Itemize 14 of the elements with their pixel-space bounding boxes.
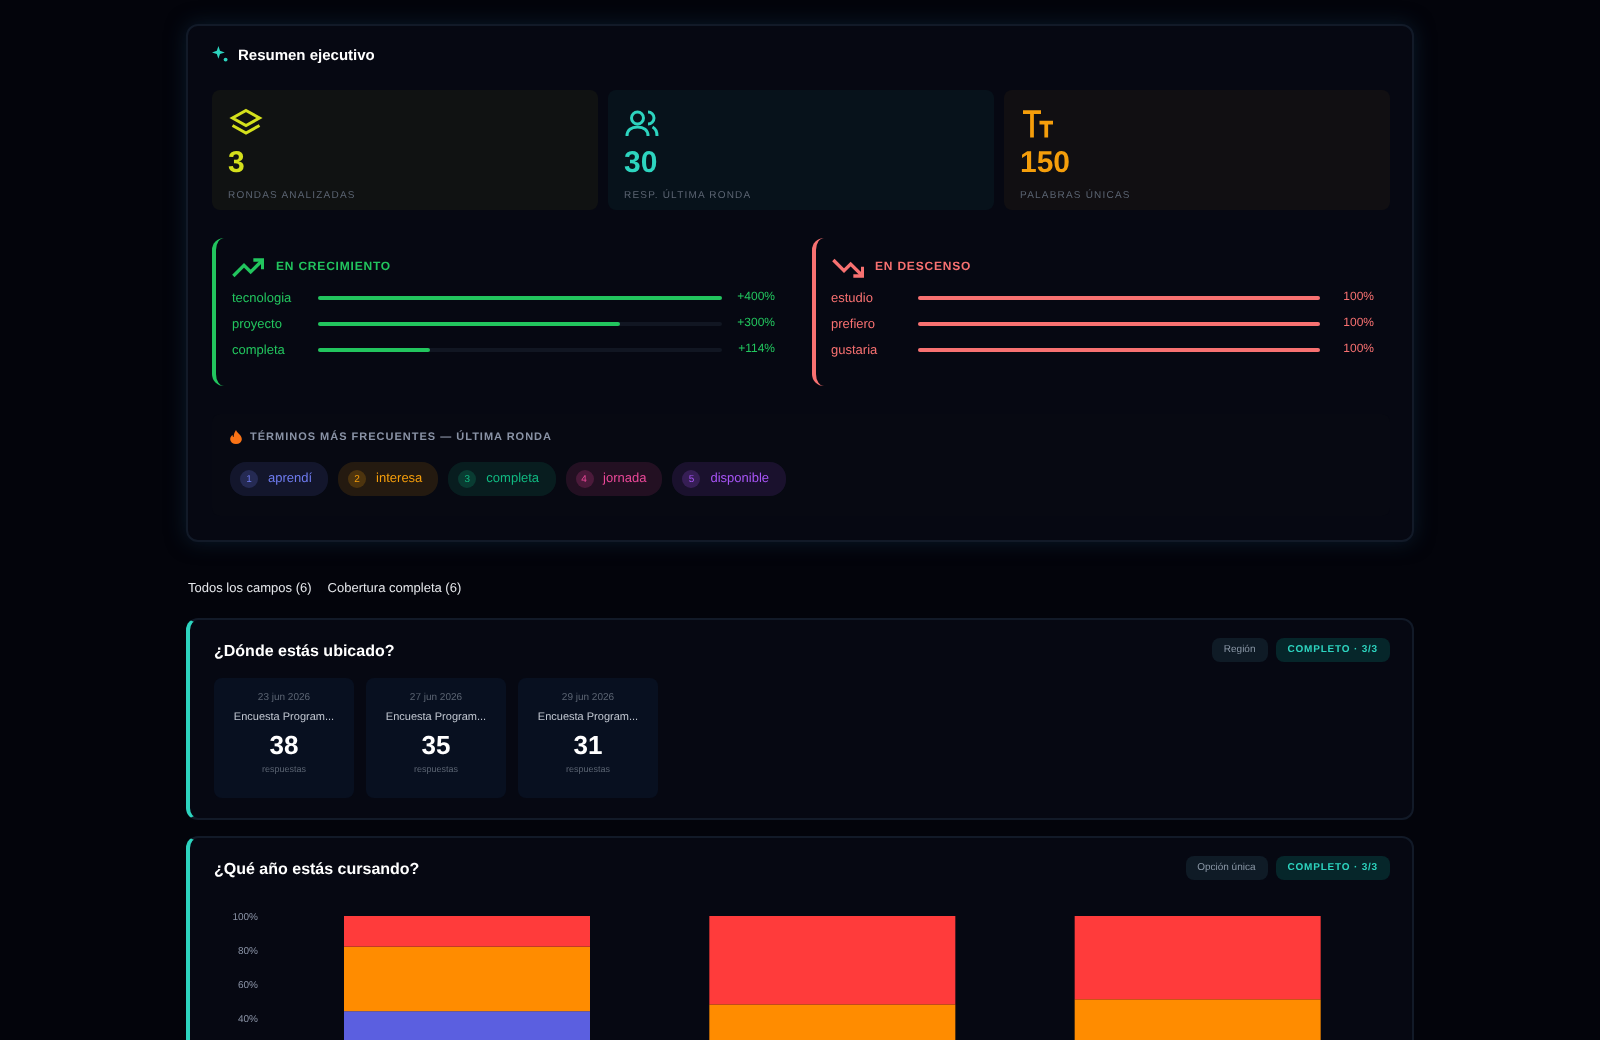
users-icon [624,106,660,142]
sparkle-icon [212,46,228,62]
trending-down-icon [831,256,863,280]
question-title: ¿Qué año estás cursando? [214,859,420,877]
response-count: 38 [269,730,299,760]
response-count: 35 [421,730,451,760]
stat-value: 3 [228,146,247,182]
response-count: 31 [573,730,603,760]
question-title: ¿Dónde estás ubicado? [214,641,395,659]
text-size-icon [1020,106,1056,142]
trending-up-icon [232,256,264,280]
stat-value: 150 [1020,146,1073,182]
stat-value: 30 [624,146,660,182]
flame-icon [230,430,242,444]
